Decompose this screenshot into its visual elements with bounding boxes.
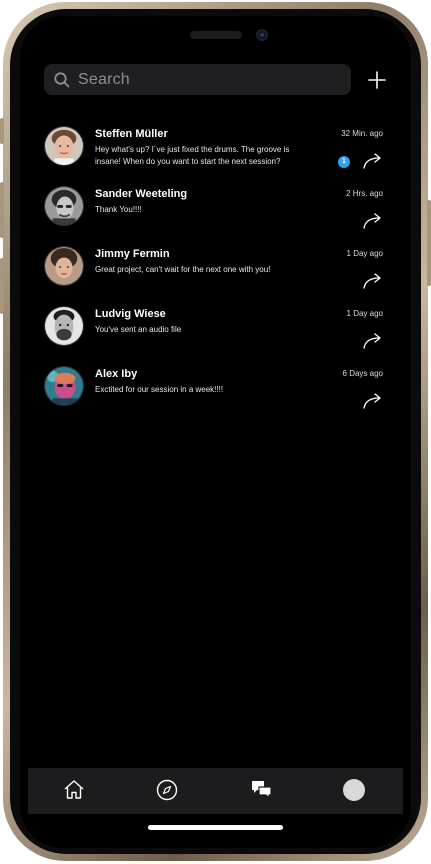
contact-name: Steffen Müller xyxy=(95,128,168,140)
conversation-row[interactable]: Jimmy Fermin Great project, can't wait f… xyxy=(20,246,411,306)
share-arrow-icon[interactable] xyxy=(362,332,384,350)
message-preview: Thank You!!!! xyxy=(95,205,142,214)
compass-icon[interactable] xyxy=(155,778,179,802)
avatar xyxy=(44,366,84,406)
message-preview: Hey what's up? I´ve just fixed the drums… xyxy=(95,145,290,166)
chat-icon[interactable] xyxy=(250,778,274,802)
earpiece-speaker xyxy=(190,31,242,39)
avatar xyxy=(44,126,84,166)
avatar-photo xyxy=(45,367,83,405)
share-arrow-icon[interactable] xyxy=(362,392,384,410)
message-time: 1 Day ago xyxy=(346,249,383,258)
message-preview: Exctited for our session in a week!!!! xyxy=(95,385,224,394)
share-arrow-icon[interactable] xyxy=(362,152,384,170)
message-time: 32 Min. ago xyxy=(341,129,383,138)
profile-avatar-icon[interactable] xyxy=(343,779,365,801)
message-preview: You've sent an audio file xyxy=(95,325,182,334)
unread-badge: 1 xyxy=(338,156,350,168)
avatar-photo xyxy=(45,307,83,345)
contact-name: Jimmy Fermin xyxy=(95,248,170,260)
message-time: 2 Hrs. ago xyxy=(346,189,383,198)
conversation-row[interactable]: Ludvig Wiese You've sent an audio file 1… xyxy=(20,306,411,366)
conversation-row[interactable]: Sander Weeteling Thank You!!!! 2 Hrs. ag… xyxy=(20,186,411,246)
avatar xyxy=(44,246,84,286)
home-indicator[interactable] xyxy=(148,825,283,830)
message-time: 6 Days ago xyxy=(342,369,383,378)
search-placeholder: Search xyxy=(78,70,130,88)
new-message-plus-icon[interactable] xyxy=(366,69,388,91)
power-button xyxy=(427,200,431,286)
contact-name: Sander Weeteling xyxy=(95,188,188,200)
avatar xyxy=(44,186,84,226)
contact-name: Ludvig Wiese xyxy=(95,308,166,320)
contact-name: Alex Iby xyxy=(95,368,138,380)
search-icon xyxy=(54,71,70,87)
tab-bar xyxy=(28,768,403,814)
mute-switch xyxy=(0,118,4,144)
share-arrow-icon[interactable] xyxy=(362,212,384,230)
avatar-photo xyxy=(45,247,83,285)
app-screen: Search Steffen Müller Hey what's up? I´v… xyxy=(20,16,411,848)
search-bar[interactable]: Search xyxy=(44,64,351,95)
conversation-row[interactable]: Steffen Müller Hey what's up? I´ve just … xyxy=(20,126,411,186)
volume-down-button xyxy=(0,258,4,314)
message-time: 1 Day ago xyxy=(346,309,383,318)
avatar-photo xyxy=(45,127,83,165)
avatar xyxy=(44,306,84,346)
conversation-row[interactable]: Alex Iby Exctited for our session in a w… xyxy=(20,366,411,426)
share-arrow-icon[interactable] xyxy=(362,272,384,290)
home-icon[interactable] xyxy=(62,778,86,802)
avatar-photo xyxy=(45,187,83,225)
front-camera xyxy=(256,29,268,41)
message-preview: Great project, can't wait for the next o… xyxy=(95,265,271,274)
volume-up-button xyxy=(0,182,4,238)
